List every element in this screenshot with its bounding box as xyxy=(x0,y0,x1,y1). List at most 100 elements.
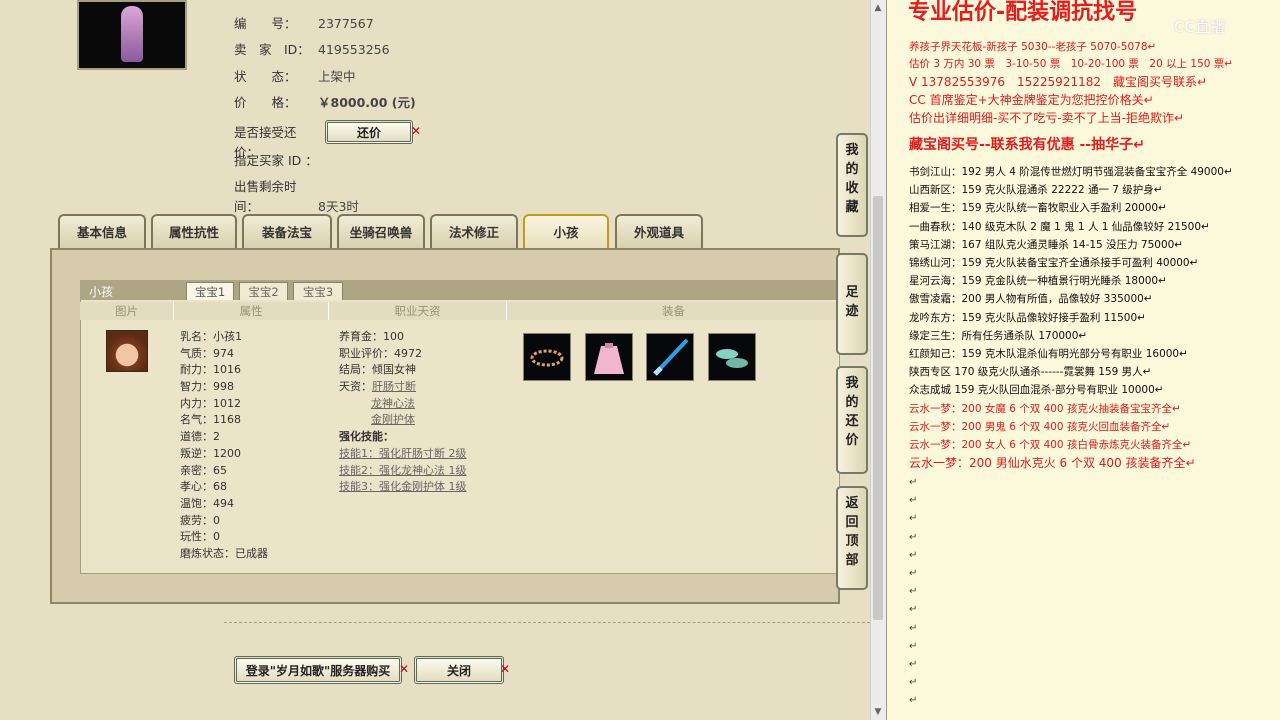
child-avatar xyxy=(106,330,148,372)
career-ending: 结局：倾国女神 xyxy=(339,363,416,377)
tab-attributes[interactable]: 属性抗性 xyxy=(151,214,237,248)
tab-child[interactable]: 小孩 xyxy=(523,214,609,248)
price-row: 价 格： ￥8000.00 (元) xyxy=(234,95,416,110)
listing-page: 编 号： 2377567 卖 家 ID： 419553256 状 态： 上架中 价 格… xyxy=(0,0,886,720)
attr-intimacy: 亲密：65 xyxy=(180,463,227,477)
skill-link-2[interactable]: 技能2：强化龙神心法 1级 xyxy=(339,464,467,477)
side-char: 顶 xyxy=(845,534,859,549)
talent-row: 金刚护体 xyxy=(339,412,467,429)
equip-slot-weapon[interactable] xyxy=(646,333,694,381)
scroll-up-icon[interactable]: ▲ xyxy=(870,0,886,16)
remain-time-row: 出售剩余时间： 8天3时 xyxy=(234,179,359,214)
stream-watermark: CC直播 xyxy=(1174,18,1225,36)
paragraph-mark: ↵ xyxy=(909,495,918,507)
equip-slot-necklace[interactable] xyxy=(523,333,571,381)
doc-listing-line: 龙吟东方：159 克火队品像较好接手盈利 11500↵ xyxy=(909,311,1146,324)
doc-listing-line: 云水一梦：200 男鬼 6 个双 400 孩克火回血装备齐全↵ xyxy=(909,420,1171,433)
equip-slot-shoes[interactable] xyxy=(708,333,756,381)
skill-row: 技能1：强化肝肠寸断 2级 xyxy=(339,446,467,463)
doc-listing-line: 红颜知己：159 克木队混杀仙有明光部分号有职业 16000↵ xyxy=(909,348,1188,360)
subtab-baby-3[interactable]: 宝宝3 xyxy=(293,282,343,300)
tab-appearance[interactable]: 外观道具 xyxy=(615,214,703,248)
doc-listing-line: 云水一梦：200 女魔 6 个双 400 孩克火抽装备宝宝齐全↵ xyxy=(909,402,1181,415)
doc-line: CC 首席鉴定+大神金牌鉴定为您把控价格关↵ xyxy=(909,93,1154,107)
side-char: 价 xyxy=(845,433,859,448)
doc-listing-line: 星河云海：159 克金队统一种植景行明光睡杀 18000↵ xyxy=(909,275,1167,288)
login-buy-button[interactable]: 登录"岁月如歌"服务器购买 xyxy=(234,656,402,684)
doc-listing-line: 傲雪凌霜：200 男人物有所值，品像较好 335000↵ xyxy=(909,293,1153,306)
skill-label: 强化技能： xyxy=(339,430,394,444)
paragraph-mark: ↵ xyxy=(909,586,918,598)
side-char: 我 xyxy=(845,143,859,158)
scroll-down-icon[interactable]: ▼ xyxy=(870,704,886,720)
paragraph-mark: ↵ xyxy=(909,568,918,579)
doc-listing-line: 云水一梦：200 女人 6 个双 400 孩白骨赤炼克火装备齐全↵ xyxy=(909,439,1192,451)
subtab-baby-1[interactable]: 宝宝1 xyxy=(186,282,234,300)
doc-title: 专业估价-配装调抗找号 xyxy=(908,0,1138,25)
talent-row: 天资：肝肠寸断 xyxy=(339,379,467,396)
accept-counter-row: 是否接受还价： xyxy=(234,125,297,160)
status-row: 状 态： 上架中 xyxy=(234,69,356,84)
counter-offer-button[interactable]: 还价 xyxy=(325,120,413,144)
doc-listing-line: 一曲春秋：140 级克木队 2 魔 1 鬼 1 人 1 仙品像较好 21500↵ xyxy=(909,220,1210,233)
shoes-icon xyxy=(716,349,748,368)
attr-playfulness: 玩性：0 xyxy=(180,530,220,544)
paragraph-mark: ↵ xyxy=(909,695,918,707)
skill-link-1[interactable]: 技能1：强化肝肠寸断 2级 xyxy=(339,447,467,460)
side-char: 返 xyxy=(845,496,859,511)
tab-equipment[interactable]: 装备法宝 xyxy=(242,214,332,248)
subtab-baby-2[interactable]: 宝宝2 xyxy=(239,282,288,300)
scrollbar-thumb[interactable] xyxy=(873,196,883,620)
talent-row: 龙神心法 xyxy=(339,396,467,413)
doc-listing-line: 陕西专区 170 级克火队通杀------霓裳舞 159 男人↵ xyxy=(909,366,1152,379)
buyer-id-row: 指定买家 ID ： xyxy=(234,153,318,168)
skill-link-3[interactable]: 技能3：强化金刚护体 1级 xyxy=(339,480,467,493)
col-equipment: 装备 xyxy=(507,302,840,320)
side-char: 的 xyxy=(845,162,859,177)
side-char: 迹 xyxy=(845,304,859,319)
my-favorites-button[interactable]: 我 的 收 藏 xyxy=(836,133,868,237)
attr-fatigue: 疲劳：0 xyxy=(180,513,220,527)
attr-training-status: 磨炼状态：已成器 xyxy=(180,546,268,560)
paragraph-mark: ↵ xyxy=(909,640,918,652)
attr-inner-power: 内力：1012 xyxy=(180,396,241,410)
attr-fame: 名气：1168 xyxy=(180,413,241,427)
col-image: 图片 xyxy=(80,302,174,320)
talent-link-3[interactable]: 金刚护体 xyxy=(371,413,415,426)
attr-rebellion: 叛逆：1200 xyxy=(180,446,241,460)
col-attributes: 属性 xyxy=(174,302,329,320)
side-char: 收 xyxy=(845,181,859,196)
close-x-icon: ✕ xyxy=(399,662,410,676)
career-rating: 职业评价：4972 xyxy=(339,346,422,360)
side-char: 的 xyxy=(845,395,859,410)
equip-slot-armor[interactable] xyxy=(585,333,633,381)
paragraph-mark: ↵ xyxy=(909,622,918,634)
side-char: 还 xyxy=(845,414,859,429)
attr-morality: 道德：2 xyxy=(180,430,220,444)
doc-listing-line: 众志成城 159 克火队回血混杀-部分号有职业 10000↵ xyxy=(909,384,1164,397)
side-char: 回 xyxy=(845,515,859,530)
footprints-button[interactable]: 足 迹 xyxy=(836,253,868,355)
skill-row: 技能2：强化龙神心法 1级 xyxy=(339,463,467,480)
my-counter-offers-button[interactable]: 我 的 还 价 xyxy=(836,366,868,474)
doc-line: 估价 3 万内 30 票 3-10-50 票 10-20-100 票 20 以上… xyxy=(909,58,1234,70)
talent-link-1[interactable]: 肝肠寸断 xyxy=(372,380,416,393)
attr-intellect: 智力：998 xyxy=(180,380,234,394)
paragraph-mark: ↵ xyxy=(909,531,918,543)
back-to-top-button[interactable]: 返 回 顶 部 xyxy=(836,486,868,590)
close-button[interactable]: 关闭 xyxy=(414,656,504,684)
tab-basic-info[interactable]: 基本信息 xyxy=(58,214,146,248)
doc-line: 养孩子界天花板-新孩子 5030--老孩子 5070-5078↵ xyxy=(909,41,1157,53)
close-x-icon: ✕ xyxy=(411,124,422,138)
career-list: 养育金：100 职业评价：4972 结局：倾国女神 天资：肝肠寸断 龙神心法 金… xyxy=(339,329,467,496)
talent-link-2[interactable]: 龙神心法 xyxy=(371,397,415,410)
doc-listing-line: 山西新区：159 克火队混通杀 22222 通一 7 级护身↵ xyxy=(909,184,1163,197)
divider xyxy=(224,622,870,623)
tab-spell-mods[interactable]: 法术修正 xyxy=(430,214,518,248)
tab-mounts-pets[interactable]: 坐骑召唤兽 xyxy=(337,214,425,248)
doc-line: 估价出详细明细-买不了吃亏-卖不了上当-拒绝欺诈↵ xyxy=(909,111,1185,125)
sword-icon xyxy=(653,338,689,376)
character-portrait xyxy=(77,0,187,70)
listing-id-row: 编 号： 2377567 xyxy=(234,16,374,31)
paragraph-mark: ↵ xyxy=(909,659,918,670)
